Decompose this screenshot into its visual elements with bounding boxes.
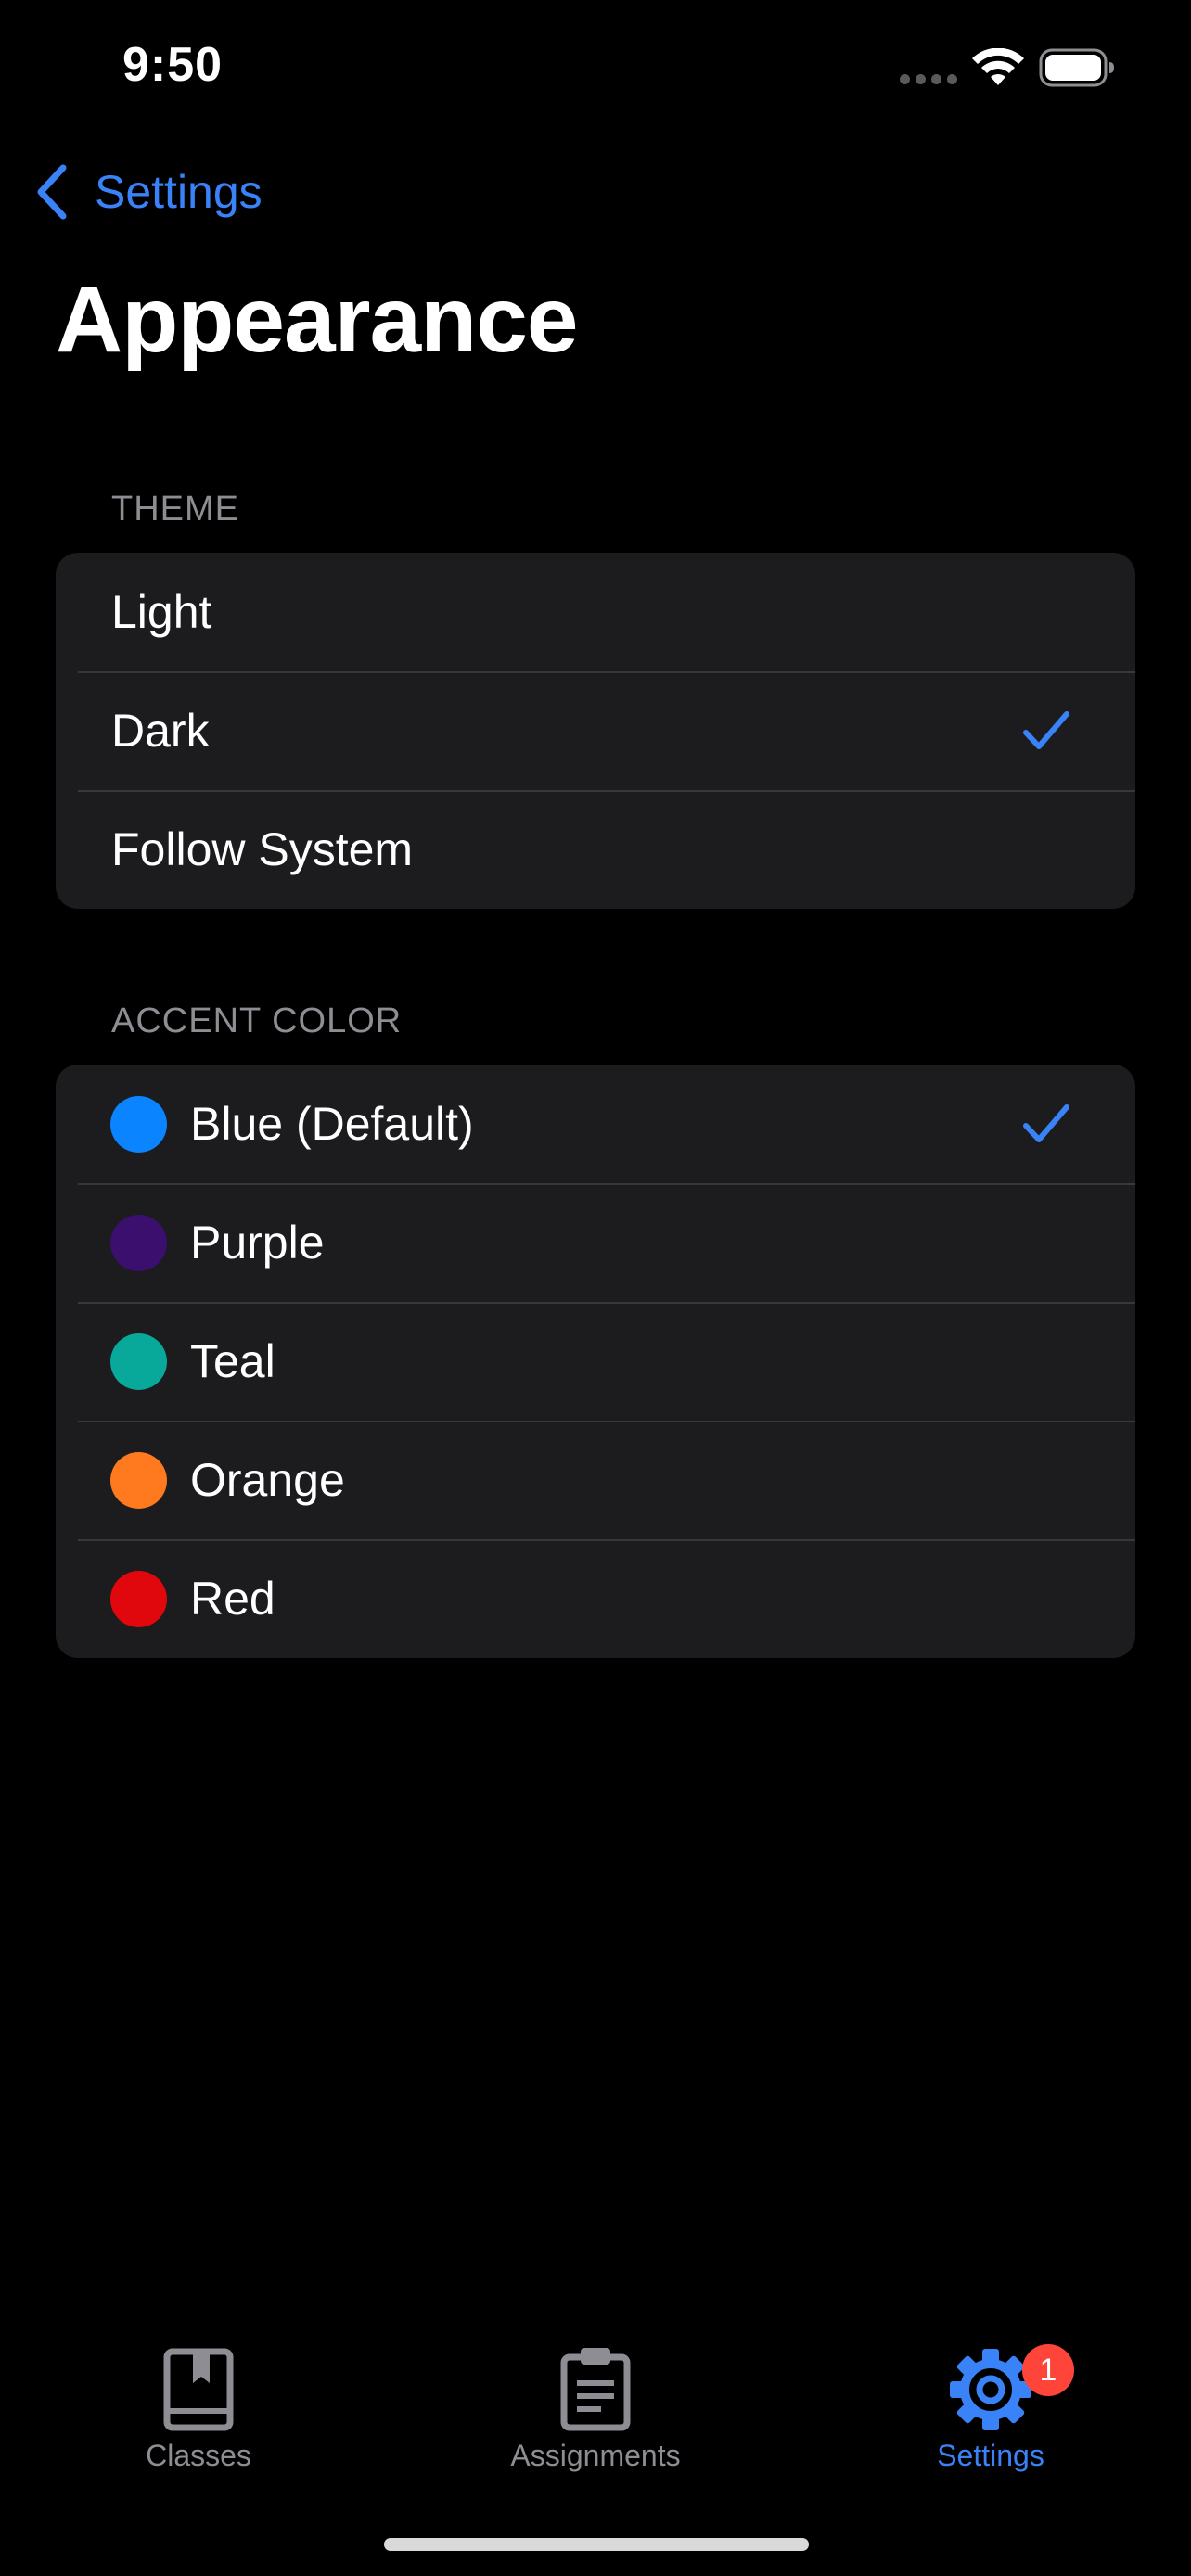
tab-label: Assignments xyxy=(510,2439,681,2472)
notification-badge: 1 xyxy=(1022,2344,1074,2396)
back-button[interactable]: Settings xyxy=(33,159,263,224)
theme-option-follow-system[interactable]: Follow System xyxy=(56,790,1135,909)
theme-option-label: Dark xyxy=(111,705,210,757)
cellular-signal-icon xyxy=(900,74,959,85)
tab-label: Settings xyxy=(937,2439,1044,2472)
accent-section-header: ACCENT COLOR xyxy=(111,1001,403,1040)
theme-options-group: Light Dark Follow System xyxy=(56,553,1135,909)
color-swatch xyxy=(110,1214,167,1271)
status-bar: 9:50 xyxy=(0,0,1191,130)
clipboard-icon xyxy=(560,2348,631,2431)
color-swatch xyxy=(110,1451,167,1509)
home-indicator[interactable] xyxy=(384,2538,809,2551)
gear-icon xyxy=(950,2349,1031,2430)
theme-option-label: Light xyxy=(111,586,212,638)
checkmark-icon xyxy=(1023,1104,1069,1142)
status-time: 9:50 xyxy=(122,38,224,92)
checkmark-icon xyxy=(1023,711,1069,749)
accent-option-purple[interactable]: Purple xyxy=(56,1183,1135,1302)
tab-bar: Classes Assignments 1 Settings xyxy=(0,2318,1191,2504)
battery-icon xyxy=(1039,48,1114,87)
color-swatch xyxy=(110,1333,167,1390)
wifi-icon xyxy=(972,48,1024,85)
accent-option-label: Orange xyxy=(190,1454,345,1506)
accent-option-label: Blue (Default) xyxy=(190,1098,474,1150)
theme-section-header: THEME xyxy=(111,490,239,529)
chevron-left-icon xyxy=(37,164,67,220)
back-button-label: Settings xyxy=(95,166,263,218)
tab-label: Classes xyxy=(146,2439,251,2472)
theme-option-dark[interactable]: Dark xyxy=(56,671,1135,790)
color-swatch xyxy=(110,1095,167,1153)
accent-option-teal[interactable]: Teal xyxy=(56,1302,1135,1421)
accent-option-orange[interactable]: Orange xyxy=(56,1421,1135,1539)
tab-classes[interactable]: Classes xyxy=(59,2346,338,2485)
theme-option-light[interactable]: Light xyxy=(56,553,1135,671)
accent-option-label: Red xyxy=(190,1573,275,1625)
color-swatch xyxy=(110,1570,167,1627)
accent-options-group: Blue (Default) Purple Teal Orange Red xyxy=(56,1065,1135,1658)
tab-settings[interactable]: 1 Settings xyxy=(852,2344,1130,2485)
theme-option-label: Follow System xyxy=(111,823,414,875)
accent-option-red[interactable]: Red xyxy=(56,1539,1135,1658)
tab-assignments[interactable]: Assignments xyxy=(456,2346,735,2485)
accent-option-blue[interactable]: Blue (Default) xyxy=(56,1065,1135,1183)
accent-option-label: Purple xyxy=(190,1217,325,1269)
page-title: Appearance xyxy=(56,268,578,372)
book-icon xyxy=(163,2348,234,2431)
accent-option-label: Teal xyxy=(190,1335,275,1387)
